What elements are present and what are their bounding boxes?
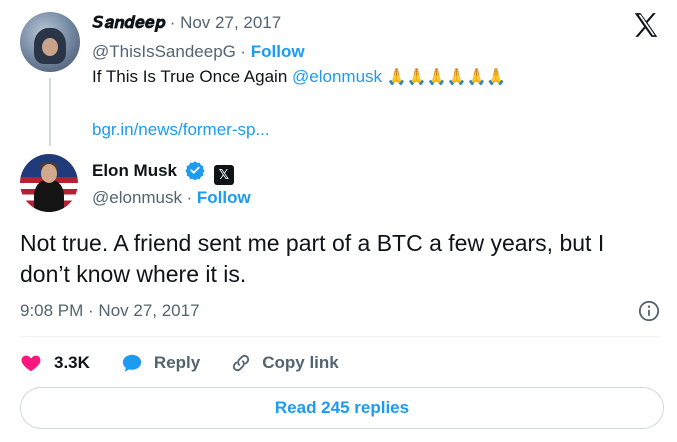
reply-mention-link[interactable]: @elonmusk (292, 67, 382, 86)
separator-dot: · (240, 42, 251, 61)
reply-date[interactable]: Nov 27, 2017 (180, 13, 281, 32)
main-tweet-timestamp[interactable]: 9:08 PM · Nov 27, 2017 (20, 301, 200, 321)
like-count: 3.3K (54, 353, 90, 372)
info-icon[interactable] (638, 300, 660, 322)
like-button[interactable]: 3.3K (20, 352, 90, 374)
read-replies-button[interactable]: Read 245 replies (20, 387, 664, 429)
reply-bubble-icon (122, 354, 142, 372)
pray-emoji: 🙏🙏🙏🙏🙏🙏 (386, 69, 507, 86)
action-bar: 3.3K Reply Copy link (20, 350, 369, 376)
separator-dot: · (169, 13, 181, 32)
heart-icon (21, 355, 41, 372)
x-affiliate-badge-icon: 𝕏 (213, 165, 234, 185)
reply-text: If This Is True Once Again @elonmusk 🙏🙏🙏… (92, 67, 506, 87)
main-author-name[interactable]: Elon Musk (92, 161, 177, 180)
reply-handle-row: @ThisIsSandeepG · Follow (92, 42, 305, 62)
main-author-avatar[interactable] (20, 154, 78, 212)
separator-dot: · (186, 188, 197, 207)
reply-author-handle[interactable]: @ThisIsSandeepG (92, 42, 236, 61)
reply-label: Reply (153, 353, 201, 372)
reply-author-name[interactable]: 𝙎𝒂𝒏𝒅𝒆𝒆𝒑 (92, 13, 165, 32)
main-handle-row: @elonmusk · Follow (92, 188, 251, 208)
thread-connector-line (49, 78, 51, 146)
x-logo-icon[interactable] (631, 10, 661, 40)
link-icon (233, 354, 250, 372)
main-tweet-text: Not true. A friend sent me part of a BTC… (20, 230, 605, 287)
reply-follow-button[interactable]: Follow (251, 42, 305, 61)
reply-url-link[interactable]: bgr.in/news/former-sp... (92, 120, 270, 140)
main-author-row: Elon Musk 𝕏 (92, 160, 234, 185)
reply-author-avatar[interactable] (20, 12, 80, 72)
verified-badge-icon (185, 161, 206, 180)
copy-link-button[interactable]: Copy link (230, 352, 339, 374)
divider (20, 336, 660, 337)
reply-button[interactable]: Reply (120, 352, 200, 374)
copy-link-label: Copy link (262, 353, 339, 372)
reply-header: 𝙎𝒂𝒏𝒅𝒆𝒆𝒑 · Nov 27, 2017 (92, 13, 281, 33)
main-follow-button[interactable]: Follow (197, 188, 251, 207)
main-author-handle[interactable]: @elonmusk (92, 188, 182, 207)
reply-text-body: If This Is True Once Again (92, 67, 293, 86)
